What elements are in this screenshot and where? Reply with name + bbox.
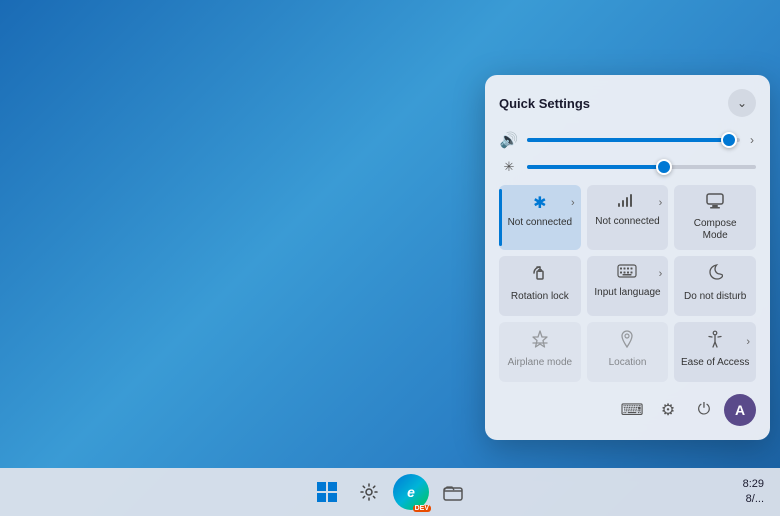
location-tile[interactable]: Location <box>587 322 669 382</box>
brightness-slider[interactable] <box>527 165 756 169</box>
chevron-down-icon: ⌄ <box>737 96 747 110</box>
brightness-icon: ✳ <box>499 159 519 175</box>
wifi-arrow-icon[interactable]: › <box>659 197 663 209</box>
volume-slider[interactable] <box>527 138 740 142</box>
do-not-disturb-tile[interactable]: Do not disturb <box>674 256 756 316</box>
quick-settings-header: Quick Settings ⌄ <box>499 89 756 117</box>
bluetooth-arrow-icon[interactable]: › <box>571 197 575 209</box>
input-language-tile[interactable]: › Input language <box>587 256 669 316</box>
volume-icon: 🔊 <box>499 131 519 149</box>
airplane-tile-top <box>505 330 575 353</box>
location-tile-top <box>593 330 663 353</box>
wifi-tile[interactable]: › Not connected <box>587 185 669 250</box>
collapse-button[interactable]: ⌄ <box>728 89 756 117</box>
compose-mode-label: Compose Mode <box>680 218 750 242</box>
quick-settings-title: Quick Settings <box>499 96 590 111</box>
clock-display[interactable]: 8:29 8/... <box>737 477 770 508</box>
files-taskbar-button[interactable] <box>435 474 471 510</box>
quick-settings-grid: ✱ › Not connected › Not connected <box>499 185 756 382</box>
ease-of-access-label: Ease of Access <box>681 357 749 369</box>
rotation-icon <box>531 264 549 287</box>
airplane-mode-tile[interactable]: Airplane mode <box>499 322 581 382</box>
wifi-icon <box>618 193 636 212</box>
active-indicator <box>499 189 502 246</box>
power-icon: ⏻ <box>698 401 711 419</box>
edge-taskbar-button[interactable]: e DEV <box>393 474 429 510</box>
ease-tile-top: › <box>680 330 750 353</box>
ease-arrow-icon[interactable]: › <box>746 336 750 348</box>
quick-settings-bottom: ⌨ ⚙ ⏻ A <box>499 394 756 426</box>
gear-icon: ⚙ <box>661 400 675 420</box>
start-button[interactable] <box>309 474 345 510</box>
account-bottom-icon[interactable]: A <box>724 394 756 426</box>
ease-of-access-tile[interactable]: › Ease of Access <box>674 322 756 382</box>
input-tile-top: › <box>593 264 663 283</box>
time-text: 8:29 <box>743 477 764 492</box>
input-arrow-icon[interactable]: › <box>659 268 663 280</box>
taskbar-right-area: 8:29 8/... <box>737 468 770 516</box>
bluetooth-tile-top: ✱ › <box>505 193 575 213</box>
date-text: 8/... <box>743 492 764 507</box>
keyboard-icon <box>617 264 637 283</box>
account-avatar: A <box>735 402 745 418</box>
taskbar-center-icons: e DEV <box>10 474 770 510</box>
rotation-lock-tile[interactable]: Rotation lock <box>499 256 581 316</box>
power-bottom-icon[interactable]: ⏻ <box>688 394 720 426</box>
keyboard-bottom-icon[interactable]: ⌨ <box>616 394 648 426</box>
compose-icon <box>706 193 724 214</box>
quick-settings-panel: Quick Settings ⌄ 🔊 › ✳ ✱ › <box>485 75 770 440</box>
dnd-tile-top <box>680 264 750 287</box>
airplane-mode-label: Airplane mode <box>508 357 572 369</box>
settings-taskbar-button[interactable] <box>351 474 387 510</box>
airplane-icon <box>531 330 549 353</box>
rotation-lock-label: Rotation lock <box>511 291 569 303</box>
location-icon <box>620 330 634 353</box>
compose-tile-top <box>680 193 750 214</box>
wifi-label: Not connected <box>595 216 660 228</box>
wifi-tile-top: › <box>593 193 663 212</box>
edge-icon: e <box>407 484 415 500</box>
do-not-disturb-label: Do not disturb <box>684 291 746 303</box>
taskbar: e DEV 8:29 8/... <box>0 468 780 516</box>
volume-slider-row: 🔊 › <box>499 131 756 149</box>
moon-icon <box>707 264 723 287</box>
rotation-tile-top <box>505 264 575 287</box>
bluetooth-tile[interactable]: ✱ › Not connected <box>499 185 581 250</box>
bluetooth-icon: ✱ <box>533 193 546 213</box>
settings-bottom-icon[interactable]: ⚙ <box>652 394 684 426</box>
bluetooth-label: Not connected <box>508 217 573 229</box>
dev-badge: DEV <box>413 505 431 512</box>
brightness-slider-row: ✳ <box>499 159 756 175</box>
accessibility-icon <box>706 330 724 353</box>
keyboard-icon-symbol: ⌨ <box>620 400 643 420</box>
input-language-label: Input language <box>594 287 660 299</box>
compose-mode-tile[interactable]: Compose Mode <box>674 185 756 250</box>
location-label: Location <box>609 357 647 369</box>
volume-arrow[interactable]: › <box>748 131 756 149</box>
